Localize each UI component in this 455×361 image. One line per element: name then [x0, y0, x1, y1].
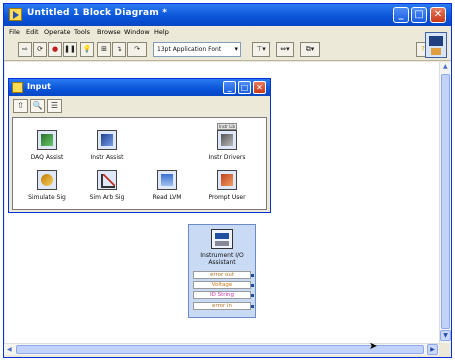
palette-minimize-button[interactable]: _ [223, 81, 236, 94]
palette-options-icon[interactable]: ☰ [47, 99, 62, 113]
scroll-left-icon[interactable]: ◀ [7, 346, 12, 353]
menu-browse[interactable]: Browse [97, 28, 121, 36]
terminal-id-string[interactable]: ID String [193, 291, 254, 299]
vertical-scrollbar[interactable]: ▲ ▼ [439, 62, 451, 343]
palette-up-icon[interactable]: ⇧ [13, 99, 28, 113]
window-title: Untitled 1 Block Diagram * [27, 8, 168, 18]
terminal-voltage[interactable]: Voltage [193, 281, 254, 289]
toolbar: ⇨ ⟳ ● ❚❚ 💡 ⊞ ↴ ↷ 13pt Application Font ⊤… [4, 39, 451, 61]
terminal-error-in[interactable]: error in [193, 302, 254, 310]
palette-maximize-button[interactable]: □ [238, 81, 251, 94]
maximize-button[interactable]: □ [411, 7, 427, 23]
instrument-assistant-icon [97, 130, 117, 150]
palette-item-read-lvm[interactable]: Read LVM [137, 170, 197, 210]
input-palette: Input _ □ ✕ ⇧ 🔍 ☰ DAQ Assist Instr Assis… [8, 78, 271, 213]
menu-window[interactable]: Window [124, 28, 150, 36]
simulate-arbitrary-signal-icon [97, 170, 117, 190]
instr-lib-tag: Instr Lib [217, 123, 237, 130]
align-objects-icon[interactable]: ⊤▾ [252, 42, 270, 57]
vertical-scroll-thumb[interactable] [441, 74, 450, 329]
run-continuously-icon[interactable]: ⟳ [33, 42, 47, 57]
minimize-button[interactable]: _ [393, 7, 409, 23]
palette-icon [12, 82, 23, 93]
menu-edit[interactable]: Edit [26, 28, 39, 36]
palette-close-button[interactable]: ✕ [253, 81, 266, 94]
vi-connector-icon[interactable] [425, 32, 447, 58]
instrument-io-assistant-node[interactable]: Instrument I/O Assistant error out Volta… [188, 224, 256, 318]
terminal-connector [251, 284, 254, 287]
menu-bar: File Edit Operate Tools Browse Window He… [4, 26, 451, 39]
menu-help[interactable]: Help [154, 28, 169, 36]
read-lvm-icon [157, 170, 177, 190]
scroll-up-icon[interactable]: ▲ [443, 63, 448, 70]
scroll-down-icon[interactable]: ▼ [440, 330, 451, 341]
palette-title: Input [27, 82, 51, 91]
palette-item-prompt-user[interactable]: Prompt User [197, 170, 257, 210]
highlight-execution-icon[interactable]: 💡 [80, 42, 94, 57]
run-arrow-icon[interactable]: ⇨ [18, 42, 32, 57]
palette-title-bar[interactable]: Input _ □ ✕ [9, 79, 270, 96]
palette-item-instr-drivers[interactable]: Instr Lib Instr Drivers [197, 123, 257, 170]
terminal-connector [251, 274, 254, 277]
node-title: Instrument I/O Assistant [200, 252, 244, 266]
abort-icon[interactable]: ● [48, 42, 62, 57]
retain-wire-values-icon[interactable]: ⊞ [97, 42, 111, 57]
instrument-assistant-icon [211, 229, 233, 249]
title-bar[interactable]: Untitled 1 Block Diagram * _ □ ✕ [4, 4, 451, 26]
prompt-user-icon [217, 170, 237, 190]
horizontal-scroll-thumb[interactable] [16, 345, 424, 354]
terminal-connector [251, 294, 254, 297]
simulate-signal-icon [37, 170, 57, 190]
palette-item-instr-assist[interactable]: Instr Assist [77, 130, 137, 170]
menu-operate[interactable]: Operate [44, 28, 70, 36]
menu-file[interactable]: File [9, 28, 20, 36]
instrument-drivers-icon [217, 130, 237, 150]
terminal-connector [251, 305, 254, 308]
font-select[interactable]: 13pt Application Font [153, 42, 241, 57]
pause-icon[interactable]: ❚❚ [63, 42, 77, 57]
step-into-icon[interactable]: ↴ [112, 42, 126, 57]
labview-app-icon [9, 8, 22, 21]
terminal-error-out[interactable]: error out [193, 271, 254, 279]
close-button[interactable]: ✕ [430, 7, 446, 23]
step-over-icon[interactable]: ↷ [127, 42, 147, 57]
palette-item-simulate-sig[interactable]: Simulate Sig [17, 170, 77, 210]
palette-items: DAQ Assist Instr Assist Instr Lib Instr … [12, 117, 267, 210]
palette-item-daq-assist[interactable]: DAQ Assist [17, 130, 77, 170]
palette-search-icon[interactable]: 🔍 [30, 99, 45, 113]
palette-item-sim-arb-sig[interactable]: Sim Arb Sig [77, 170, 137, 210]
scroll-right-icon[interactable]: ▶ [427, 344, 438, 355]
menu-tools[interactable]: Tools [74, 28, 90, 36]
distribute-objects-icon[interactable]: ⇔▾ [276, 42, 294, 57]
reorder-icon[interactable]: ⧉▾ [300, 42, 320, 57]
mouse-pointer-icon: ➤ [369, 341, 378, 352]
daq-assistant-icon [37, 130, 57, 150]
